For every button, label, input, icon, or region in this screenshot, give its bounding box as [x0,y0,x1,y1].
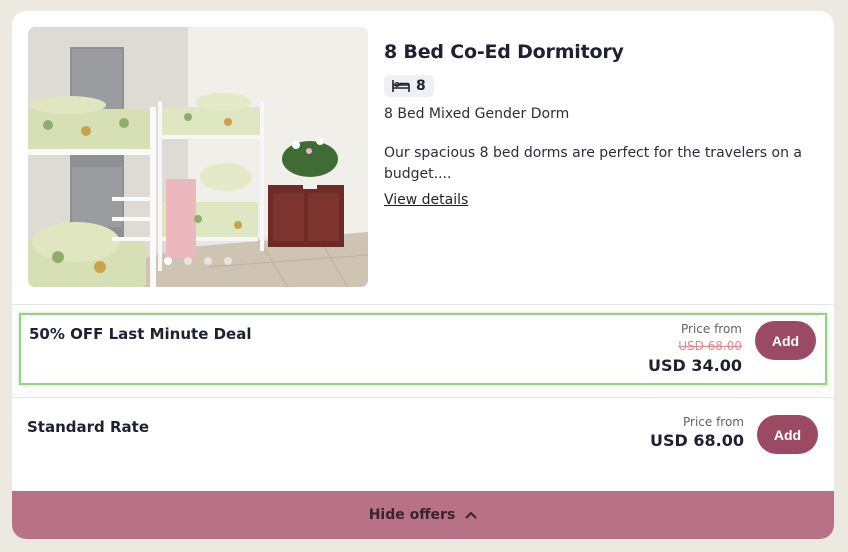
room-section: 8 Bed Co-Ed Dormitory 8 8 Bed Mixed Gend… [12,11,834,304]
offer-row-last-minute: 50% OFF Last Minute Deal Price from USD … [19,313,827,385]
bed-icon [392,79,410,93]
offer-name: Standard Rate [27,418,150,436]
hide-offers-button[interactable]: Hide offers [12,491,834,539]
offer-price: USD 34.00 [648,356,742,375]
photo-dot[interactable] [224,257,232,265]
add-button[interactable]: Add [757,415,818,454]
chevron-up-icon [465,511,477,519]
view-details-link[interactable]: View details [384,192,468,208]
price-block: Price from USD 68.00 USD 34.00 [648,321,742,377]
hide-offers-label: Hide offers [368,507,456,523]
room-title: 8 Bed Co-Ed Dormitory [384,41,624,63]
original-price: USD 68.00 [678,339,742,353]
offer-name: 50% OFF Last Minute Deal [29,325,252,343]
bed-count-badge: 8 [384,75,434,97]
room-info: 8 Bed Co-Ed Dormitory 8 8 Bed Mixed Gend… [384,41,824,208]
photo-dot[interactable] [164,257,172,265]
dorm-photo-illustration [28,27,368,287]
bed-count: 8 [416,78,426,94]
add-button[interactable]: Add [755,321,816,360]
room-photo[interactable] [28,27,368,287]
photo-dot[interactable] [204,257,212,265]
room-description: Our spacious 8 bed dorms are perfect for… [384,145,803,182]
offer-row-standard: Standard Rate Price from USD 68.00 Add [19,409,827,469]
divider [12,397,834,398]
room-card: 8 Bed Co-Ed Dormitory 8 8 Bed Mixed Gend… [12,11,834,539]
divider [12,304,834,305]
photo-pagination [28,257,368,265]
offer-price: USD 68.00 [650,431,744,450]
price-from-label: Price from [680,322,742,336]
price-block: Price from USD 68.00 [650,414,744,452]
photo-dot[interactable] [184,257,192,265]
room-subtitle: 8 Bed Mixed Gender Dorm [384,106,570,122]
price-from-label: Price from [682,415,744,429]
